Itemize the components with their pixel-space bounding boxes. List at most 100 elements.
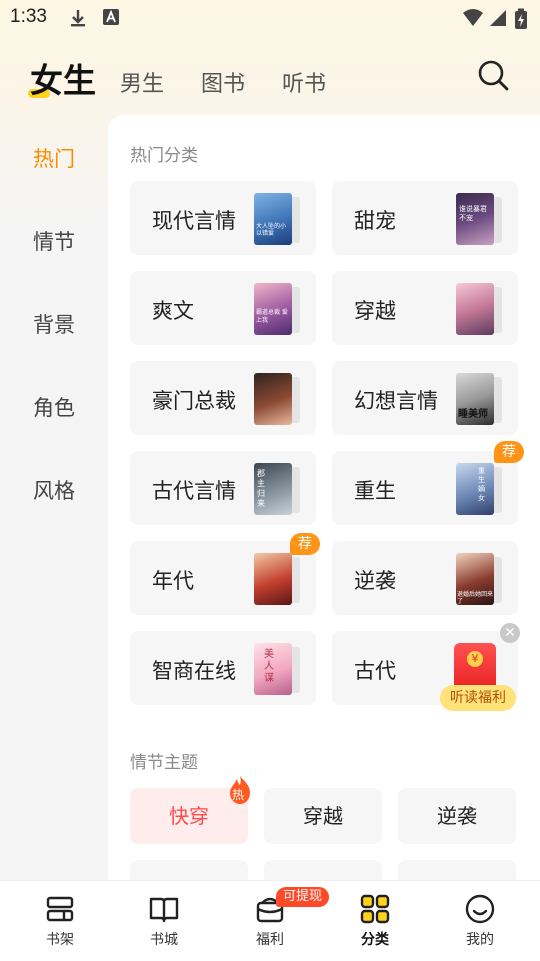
category-card-sweet-pampering[interactable]: 甜宠 谁说暴君 不宠 — [332, 181, 518, 255]
category-card-cool-fiction[interactable]: 爽文 霸道总裁 爱上我 — [130, 271, 316, 345]
category-panel: 热门分类 现代言情 大人坠的小 以错爱 甜宠 谁说暴君 不宠 爽文 霸道总裁 爱… — [108, 115, 540, 895]
category-grid-icon — [360, 894, 390, 924]
category-label: 古代言情 — [152, 479, 236, 503]
battery-icon — [515, 8, 527, 29]
tab-books[interactable]: 图书 — [201, 66, 245, 98]
recommend-badge: 荐 — [494, 441, 524, 463]
category-label: 重生 — [354, 479, 396, 503]
book-cover: 郡主归来 — [254, 463, 292, 515]
nav-label: 福利 — [256, 932, 284, 948]
bottom-nav: 书架 书城 可提现 福利 分类 我的 — [0, 880, 540, 961]
sidebar-item-hot[interactable]: 热门 — [0, 143, 108, 173]
category-label: 甜宠 — [354, 209, 396, 233]
book-cover-stack — [254, 373, 300, 425]
tab-male[interactable]: 男生 — [120, 66, 164, 98]
tab-label: 听书 — [282, 72, 327, 97]
book-cover-stack: 美人谋 — [254, 643, 300, 695]
status-bar: 1:33 — [0, 0, 540, 36]
book-cover-stack: 重生嫡女 — [456, 463, 502, 515]
category-label: 逆袭 — [354, 569, 396, 593]
top-tab-bar: 女生 男生 图书 听书 — [0, 50, 540, 110]
category-card-era[interactable]: 年代 荐 — [130, 533, 320, 615]
cover-title: 退婚后她回来了 — [457, 591, 494, 605]
section-title-hot-categories: 热门分类 — [130, 146, 198, 166]
book-cover — [456, 283, 494, 335]
book-cover: 睡美师 — [456, 373, 494, 425]
book-cover-stack: 大人坠的小 以错爱 — [254, 193, 300, 245]
plot-theme-label: 穿越 — [303, 804, 343, 828]
book-cover — [254, 373, 292, 425]
nav-profile[interactable]: 我的 — [426, 881, 534, 961]
category-label: 爽文 — [152, 299, 194, 323]
sidebar-item-plot[interactable]: 情节 — [0, 226, 108, 256]
smiley-profile-icon — [465, 894, 495, 924]
plot-theme-label: 快穿 — [169, 804, 209, 828]
tab-label: 男生 — [120, 72, 165, 97]
category-card-ancient-romance[interactable]: 古代言情 郡主归来 — [130, 451, 316, 525]
category-label: 豪门总裁 — [152, 389, 236, 413]
category-card-smart[interactable]: 智商在线 美人谋 — [130, 631, 316, 705]
book-cover-stack: 郡主归来 — [254, 463, 300, 515]
category-card-fantasy-romance[interactable]: 幻想言情 睡美师 — [332, 361, 518, 435]
open-book-icon — [149, 897, 179, 923]
plot-theme-label: 逆袭 — [437, 804, 477, 828]
book-cover: 重生嫡女 — [456, 463, 494, 515]
hot-flame-icon: 热 — [228, 775, 252, 804]
sidebar-item-background[interactable]: 背景 — [0, 309, 108, 339]
category-sidebar: 热门 情节 背景 角色 风格 — [0, 115, 108, 880]
category-label: 智商在线 — [152, 659, 236, 683]
download-icon — [71, 10, 85, 27]
category-label: 年代 — [152, 569, 194, 593]
tab-label: 女生 — [30, 61, 96, 100]
category-card-comeback[interactable]: 逆袭 退婚后她回来了 — [332, 541, 518, 615]
cover-title: 睡美师 — [458, 409, 488, 420]
book-cover: 霸道总裁 爱上我 — [254, 283, 292, 335]
search-icon[interactable] — [476, 58, 510, 92]
nav-welfare[interactable]: 可提现 福利 — [216, 881, 330, 961]
signal-icon — [490, 10, 506, 26]
category-label: 现代言情 — [152, 209, 236, 233]
nav-label: 我的 — [466, 932, 494, 948]
category-card-modern-romance[interactable]: 现代言情 大人坠的小 以错爱 — [130, 181, 316, 255]
status-time: 1:33 — [10, 6, 47, 27]
category-card-rebirth[interactable]: 重生 重生嫡女 荐 — [332, 441, 524, 525]
category-card-rich-ceo[interactable]: 豪门总裁 — [130, 361, 316, 435]
cover-title: 霸道总裁 爱上我 — [256, 309, 288, 324]
book-cover-stack: 霸道总裁 爱上我 — [254, 283, 300, 335]
book-cover: 退婚后她回来了 — [456, 553, 494, 605]
sidebar-item-role[interactable]: 角色 — [0, 392, 108, 422]
tab-female[interactable]: 女生 — [28, 54, 96, 102]
category-label: 穿越 — [354, 299, 396, 323]
book-cover-stack: 睡美师 — [456, 373, 502, 425]
tab-audiobooks[interactable]: 听书 — [282, 66, 326, 98]
category-card-ancient[interactable]: 古代 ¥ ✕ 听读福利 — [332, 623, 520, 711]
nav-category[interactable]: 分类 — [321, 881, 429, 961]
book-cover-stack — [456, 283, 502, 335]
font-a-icon — [103, 9, 119, 25]
nav-bookshelf[interactable]: 书架 — [6, 881, 114, 961]
cover-title: 大人坠的小 以错爱 — [256, 223, 287, 237]
book-cover-stack: 谁说暴君 不宠 — [456, 193, 502, 245]
book-cover: 大人坠的小 以错爱 — [254, 193, 292, 245]
hot-badge-label: 热 — [232, 788, 245, 802]
cover-title: 重生嫡女 — [478, 467, 485, 502]
cover-title: 郡主归来 — [257, 469, 265, 508]
listen-reward-pill[interactable]: 听读福利 — [440, 685, 516, 711]
book-cover-stack — [254, 553, 300, 605]
book-cover-stack: 退婚后她回来了 — [456, 553, 502, 605]
nav-bookstore[interactable]: 书城 — [110, 881, 218, 961]
book-cover — [254, 553, 292, 605]
book-cover: 谁说暴君 不宠 — [456, 193, 494, 245]
tab-label: 图书 — [201, 72, 246, 97]
plot-theme-time-travel[interactable]: 穿越 — [264, 788, 382, 844]
nav-label: 书城 — [150, 932, 178, 948]
recommend-badge: 荐 — [290, 533, 320, 555]
plot-theme-comeback[interactable]: 逆袭 — [398, 788, 516, 844]
nav-label: 书架 — [46, 932, 74, 948]
bookshelf-icon — [46, 896, 74, 922]
sidebar-item-style[interactable]: 风格 — [0, 475, 108, 505]
category-card-time-travel[interactable]: 穿越 — [332, 271, 518, 345]
category-label: 古代 — [354, 659, 396, 683]
cover-title: 美人谋 — [264, 649, 274, 684]
close-icon[interactable]: ✕ — [500, 623, 520, 643]
